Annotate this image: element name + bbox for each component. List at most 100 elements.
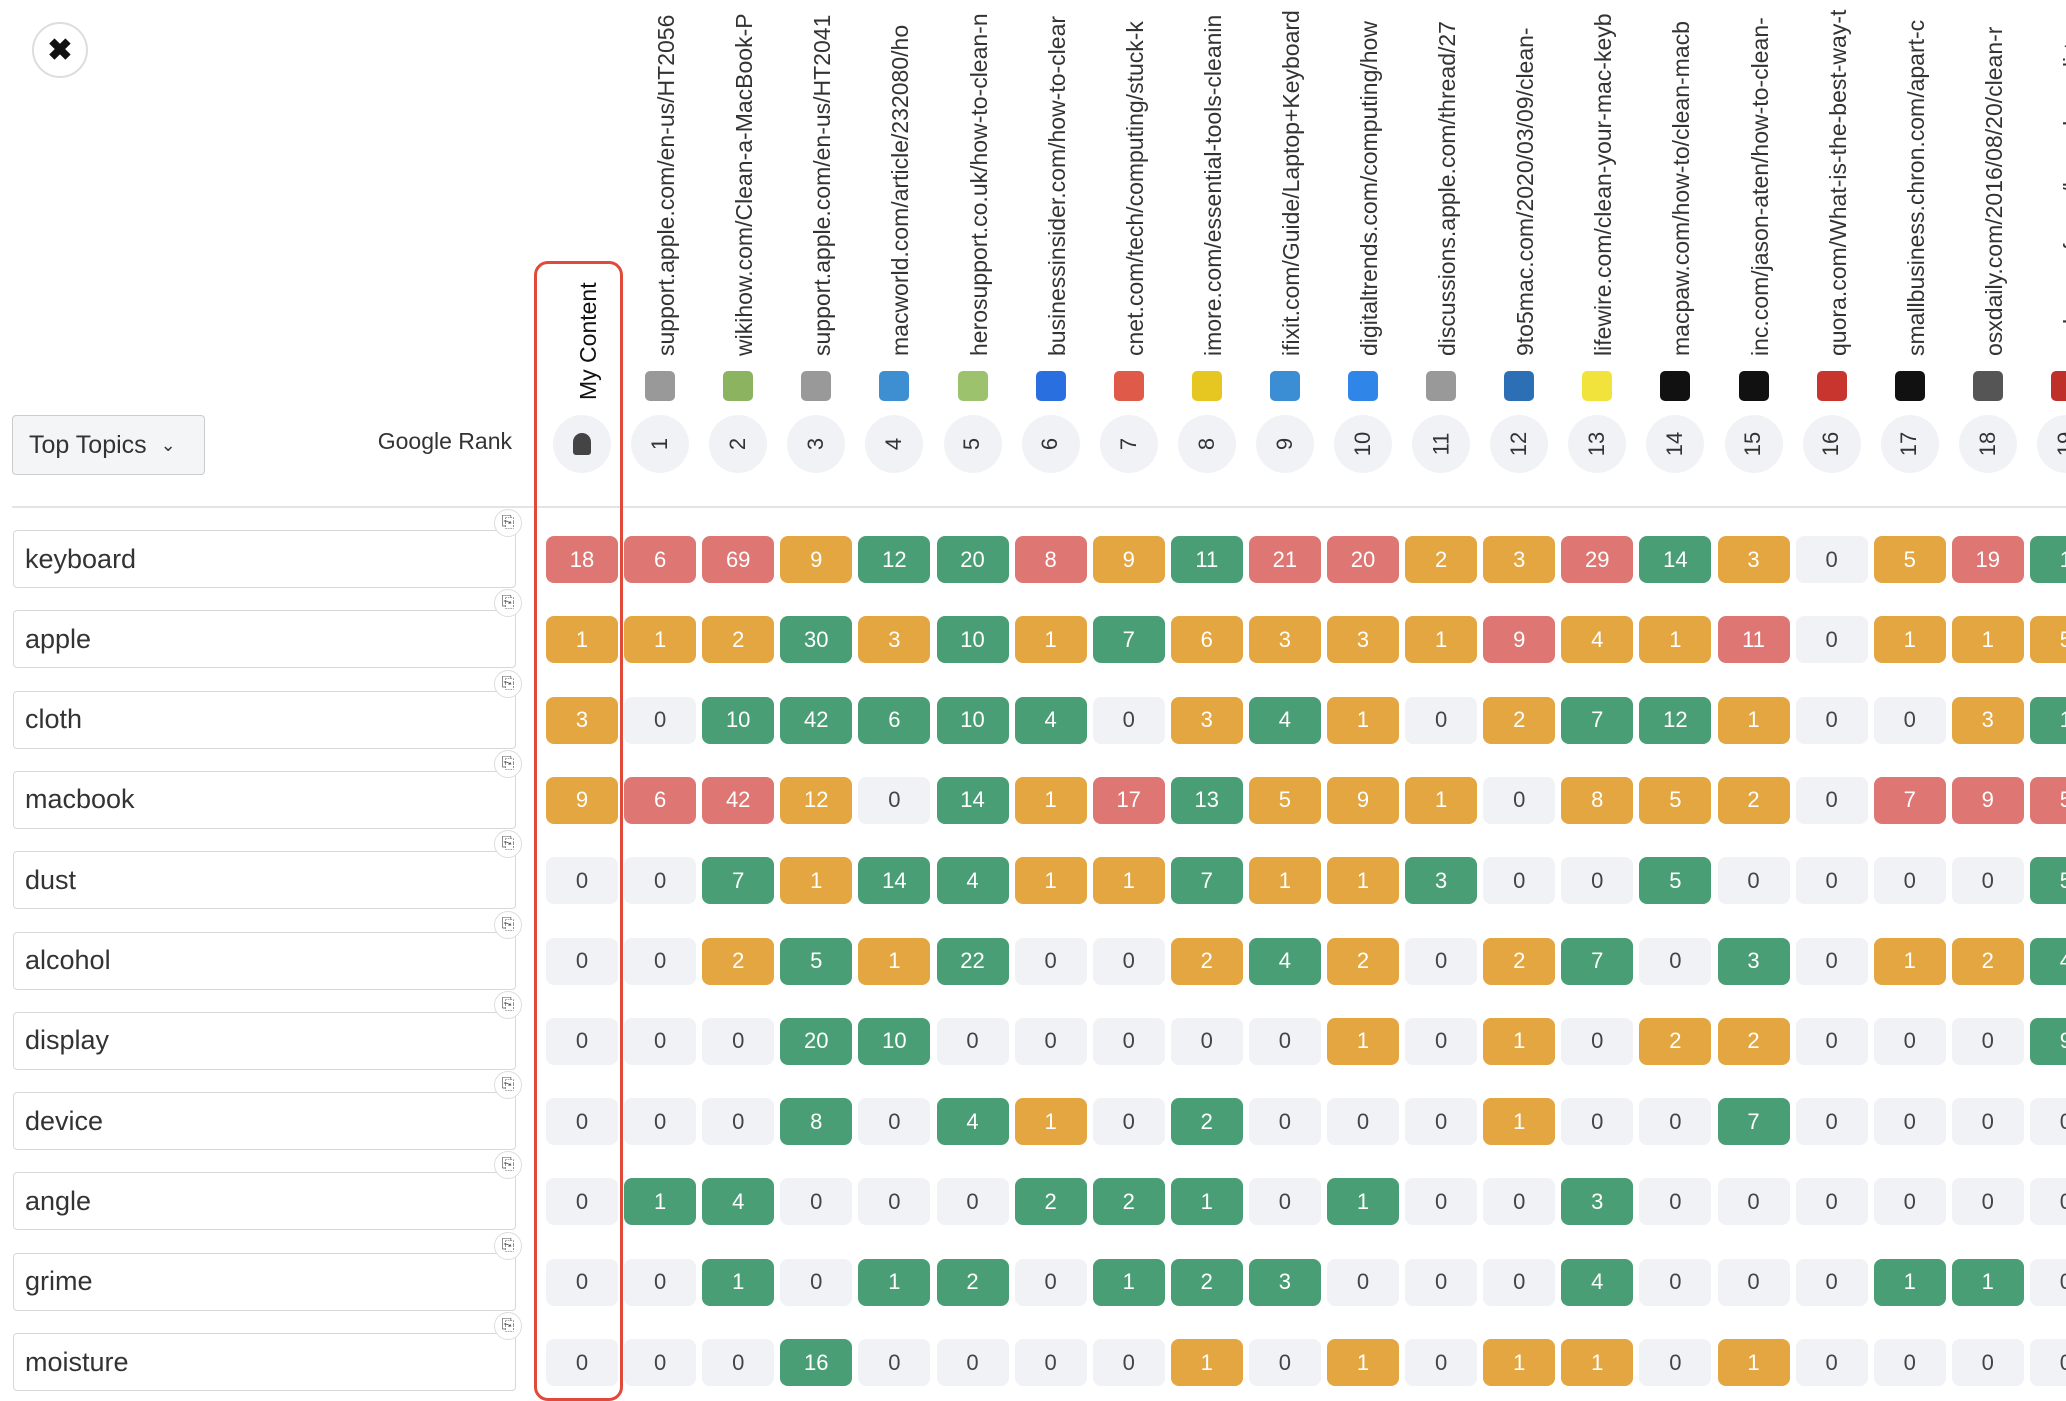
topic-count-cell: 8 bbox=[1014, 536, 1087, 583]
count-value: 0 bbox=[1513, 787, 1526, 813]
count-value: 0 bbox=[1825, 707, 1838, 733]
topic-count-cell: 0 bbox=[1795, 1339, 1868, 1386]
topic-input[interactable]: display bbox=[13, 1011, 516, 1070]
topic-count-cell: 0 bbox=[936, 1178, 1009, 1226]
topic-count-cell: 0 bbox=[702, 1339, 775, 1386]
topic-count-cell: 0 bbox=[1014, 1258, 1087, 1306]
count-value: 1 bbox=[1903, 626, 1916, 652]
topic-label: keyboard bbox=[25, 543, 137, 574]
topic-count-cell: 0 bbox=[1405, 1178, 1478, 1226]
count-value: 2 bbox=[1434, 546, 1448, 572]
copy-icon[interactable]: ⎘ bbox=[494, 669, 522, 698]
topic-count-cell: 14 bbox=[1639, 536, 1712, 583]
topic-count-cell: 5 bbox=[2029, 616, 2066, 664]
topic-input[interactable]: cloth bbox=[13, 690, 516, 749]
count-value: 0 bbox=[1747, 867, 1760, 893]
count-value: 0 bbox=[653, 867, 667, 893]
competitor-url-text: lifewire.com/clean-your-mac-keyb bbox=[1590, 13, 1617, 356]
topic-count-cell: 5 bbox=[1639, 776, 1712, 824]
topic-input[interactable]: keyboard bbox=[13, 530, 516, 588]
topic-count-cell: 1 bbox=[1014, 857, 1087, 905]
topic-input[interactable]: angle bbox=[13, 1172, 516, 1231]
count-value: 10 bbox=[960, 626, 985, 652]
count-value: 1 bbox=[1903, 1269, 1916, 1295]
topic-count-cell: 0 bbox=[1639, 1178, 1712, 1226]
competitor-rank: 10 bbox=[1334, 415, 1392, 473]
count-value: 9 bbox=[2059, 1028, 2066, 1054]
count-value: 0 bbox=[888, 1349, 901, 1375]
chron-icon bbox=[1894, 371, 1925, 401]
copy-icon[interactable]: ⎘ bbox=[494, 1231, 522, 1260]
count-value: 3 bbox=[1434, 867, 1448, 893]
count-value: 0 bbox=[1434, 1269, 1448, 1295]
copy-icon[interactable]: ⎘ bbox=[494, 1071, 522, 1100]
competitor-rank: 1 bbox=[631, 415, 690, 473]
topic-count-cell: 1 bbox=[1483, 1017, 1556, 1065]
digitaltrends-icon bbox=[1348, 371, 1378, 401]
count-value: 0 bbox=[1903, 1108, 1916, 1134]
topic-count-cell: 17 bbox=[1092, 776, 1165, 824]
count-value: 8 bbox=[1044, 546, 1057, 572]
topic-input[interactable]: dust bbox=[13, 851, 516, 910]
topic-count-cell: 0 bbox=[624, 857, 697, 905]
topic-count-cell: 14 bbox=[858, 857, 931, 905]
topic-count-cell: 0 bbox=[624, 1098, 697, 1146]
topic-count-cell: 20 bbox=[780, 1017, 853, 1065]
count-value: 6 bbox=[653, 787, 667, 813]
topic-input[interactable]: alcohol bbox=[13, 931, 516, 990]
count-value: 4 bbox=[966, 1108, 979, 1134]
topic-input[interactable]: macbook bbox=[13, 770, 516, 829]
topic-count-cell: 0 bbox=[546, 1258, 618, 1306]
count-value: 3 bbox=[1200, 707, 1213, 733]
count-value: 0 bbox=[1981, 867, 1994, 893]
copy-icon[interactable]: ⎘ bbox=[494, 749, 522, 778]
copy-icon[interactable]: ⎘ bbox=[494, 1312, 522, 1340]
close-button[interactable]: ✖ bbox=[32, 22, 88, 78]
copy-icon[interactable]: ⎘ bbox=[494, 589, 522, 618]
copy-icon[interactable]: ⎘ bbox=[494, 830, 522, 859]
count-value: 0 bbox=[2059, 1108, 2066, 1134]
count-value: 1 bbox=[1356, 1349, 1370, 1375]
topic-count-cell: 0 bbox=[1014, 1017, 1087, 1065]
topic-count-cell: 0 bbox=[2029, 1258, 2066, 1306]
competitor-url-text: businessinsider.com/how-to-clear bbox=[1043, 15, 1070, 356]
topic-input[interactable]: moisture bbox=[13, 1333, 516, 1391]
topic-count-cell: 0 bbox=[1483, 857, 1556, 905]
topic-count-cell: 0 bbox=[1248, 1017, 1321, 1065]
count-value: 0 bbox=[1122, 1349, 1135, 1375]
count-value: 0 bbox=[1825, 948, 1838, 973]
topic-count-cell: 0 bbox=[1873, 857, 1946, 905]
topic-count-cell: 1 bbox=[1717, 1339, 1790, 1386]
competitor-rank: 17 bbox=[1880, 415, 1939, 473]
copy-icon[interactable]: ⎘ bbox=[494, 509, 522, 537]
count-value: 0 bbox=[575, 1269, 589, 1295]
topic-input[interactable]: device bbox=[13, 1092, 516, 1151]
topic-count-cell: 9 bbox=[1327, 776, 1399, 824]
topic-count-cell: 2 bbox=[1483, 696, 1556, 744]
topic-count-cell: 0 bbox=[2029, 1178, 2066, 1226]
topic-label: grime bbox=[25, 1266, 93, 1297]
rank-number: 18 bbox=[1974, 431, 2000, 457]
topic-count-cell: 1 bbox=[858, 1258, 931, 1306]
topic-count-cell: 13 bbox=[1170, 776, 1243, 824]
copy-icon[interactable]: ⎘ bbox=[494, 990, 522, 1019]
ifixit-icon bbox=[1269, 371, 1300, 401]
copy-icon[interactable]: ⎘ bbox=[494, 910, 522, 939]
competitor-url-text: makeuseof.com/how-clean-dirty-r bbox=[2058, 15, 2066, 356]
topic-count-cell: 7 bbox=[1561, 696, 1634, 744]
topic-input[interactable]: apple bbox=[13, 610, 516, 669]
copy-icon[interactable]: ⎘ bbox=[494, 1151, 522, 1180]
count-value: 1 bbox=[1903, 948, 1916, 973]
lifewire-icon bbox=[1582, 371, 1613, 401]
topic-count-cell: 0 bbox=[1405, 1017, 1478, 1065]
count-value: 0 bbox=[1122, 1108, 1135, 1134]
competitor-rank: 5 bbox=[943, 415, 1002, 473]
topic-count-cell: 1 bbox=[1327, 696, 1399, 744]
topic-input[interactable]: grime bbox=[13, 1252, 516, 1311]
topic-count-cell: 2 bbox=[1639, 1017, 1712, 1065]
count-value: 0 bbox=[1903, 1349, 1916, 1375]
count-value: 20 bbox=[1350, 546, 1376, 572]
topic-count-cell: 1 bbox=[2029, 536, 2066, 583]
top-topics-dropdown[interactable]: Top Topics ⌄ bbox=[12, 415, 205, 475]
rank-number: 7 bbox=[1115, 437, 1141, 451]
